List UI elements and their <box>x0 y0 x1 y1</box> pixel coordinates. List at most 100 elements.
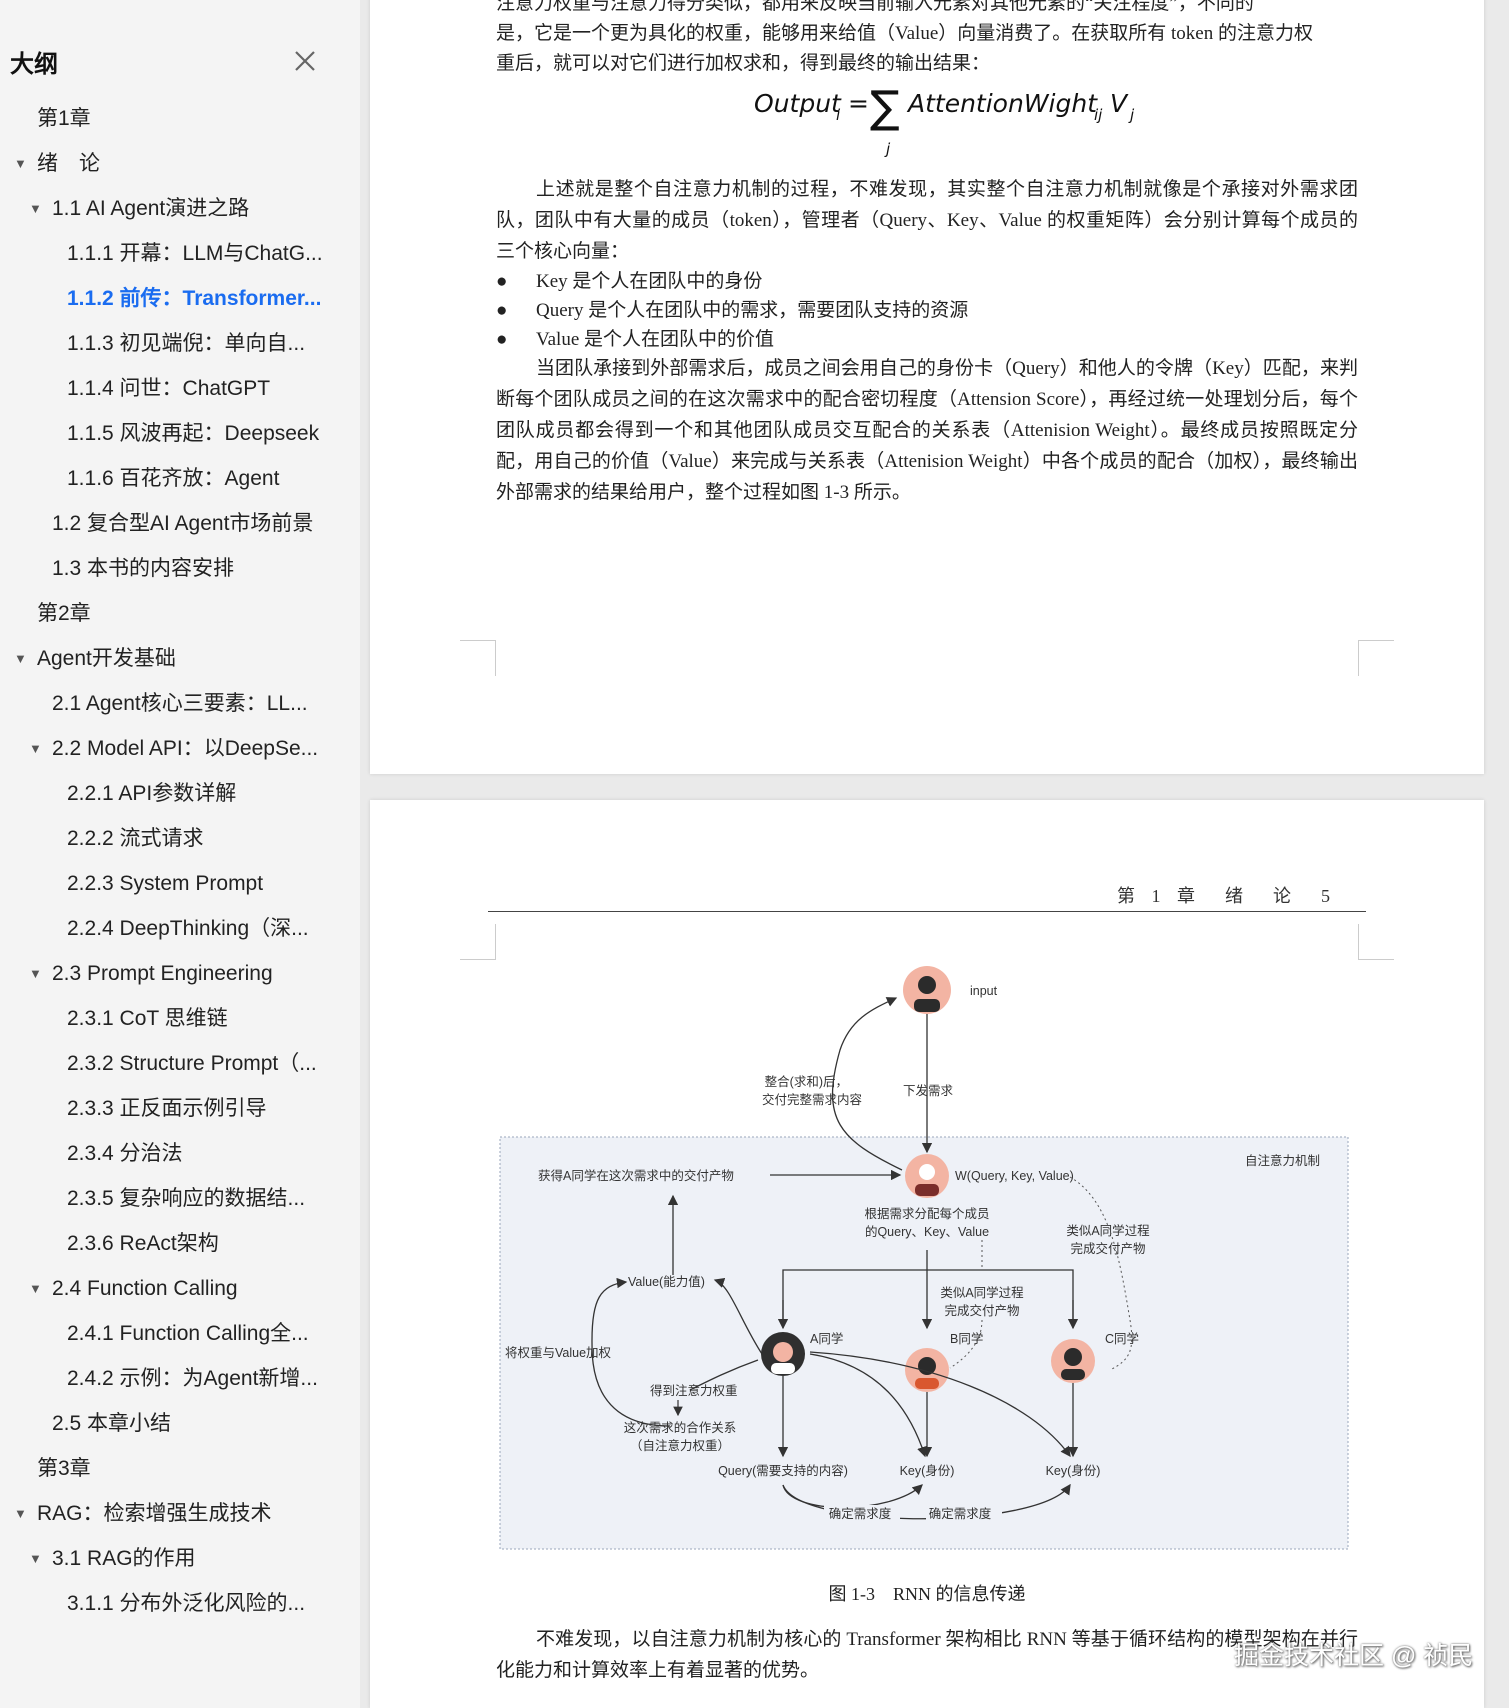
input-label: input <box>970 984 998 998</box>
outline-item[interactable]: ▼ 2.3 Prompt Engineering <box>0 951 360 996</box>
outline-item[interactable]: 2.3.1 CoT 思维链 <box>0 996 360 1041</box>
outline-item[interactable]: 2.2.2 流式请求 <box>0 816 360 861</box>
outline-item-label: 2.2 Model API：以DeepSe... <box>52 737 319 760</box>
outline-item[interactable]: 2.3.2 Structure Prompt（... <box>0 1041 360 1086</box>
outline-item-label: 2.3.4 分治法 <box>67 1142 183 1165</box>
integrate-label-2: 交付完整需求内容 <box>762 1092 862 1107</box>
outline-item[interactable]: 1.1.3 初见端倪：单向自... <box>0 321 360 366</box>
outline-item-label: 第2章 <box>37 602 91 625</box>
outline-item[interactable]: 2.2.3 System Prompt <box>0 861 360 906</box>
outline-item[interactable]: 1.1.4 问世：ChatGPT <box>0 366 360 411</box>
paragraph: 不难发现，以自注意力机制为核心的 Transformer 架构相比 RNN 等基… <box>496 1629 1358 1681</box>
outline-item-label: 2.3 Prompt Engineering <box>52 962 273 985</box>
chevron-down-icon[interactable]: ▼ <box>29 726 42 771</box>
outline-item[interactable]: 2.5 本章小结 <box>0 1401 360 1446</box>
paragraph: 上述就是整个自注意力机制的过程，不难发现，其实整个自注意力机制就像是个承接对外需… <box>496 179 1358 262</box>
key-c-label: Key(身份) <box>1046 1463 1101 1478</box>
outline-item-label: 第3章 <box>37 1457 91 1480</box>
outline-item-label: RAG：检索增强生成技术 <box>37 1502 272 1525</box>
outline-item[interactable]: 2.4.1 Function Calling全... <box>0 1311 360 1356</box>
outline-item-label: 1.1.4 问世：ChatGPT <box>67 377 271 400</box>
outline-item-label: 1.1.6 百花齐放：Agent <box>67 467 280 490</box>
document-viewport[interactable]: 注意力权重与注意力得分类似，都用来反映当前输入元素对其他元素的“关注程度”，不同… <box>370 0 1509 1708</box>
chevron-down-icon[interactable]: ▼ <box>29 1266 42 1311</box>
outline-item[interactable]: 1.1.5 风波再起：Deepseek <box>0 411 360 456</box>
attention-output-formula: Output i = ∑ j AttentionWight ij V j <box>754 82 1135 158</box>
outline-item[interactable]: 1.2 复合型AI Agent市场前景 <box>0 501 360 546</box>
chevron-down-icon[interactable]: ▼ <box>29 186 42 231</box>
chevron-down-icon[interactable]: ▼ <box>14 1491 27 1536</box>
outline-item[interactable]: 1.1.6 百花齐放：Agent <box>0 456 360 501</box>
outline-item[interactable]: 1.1.2 前传：Transformer... <box>0 276 360 321</box>
outline-item[interactable]: ▼ 2.4 Function Calling <box>0 1266 360 1311</box>
chevron-down-icon[interactable]: ▼ <box>14 141 27 186</box>
avatar <box>905 1348 949 1392</box>
outline-item[interactable]: ▼ 1.1 AI Agent演进之路 <box>0 186 360 231</box>
weight-value-label: 将权重与Value加权 <box>505 1345 612 1360</box>
outline-item[interactable]: 3.1.1 分布外泛化风险的... <box>0 1581 360 1626</box>
document-page: 第 1 章 绪 论 5 自注意力机制 input 下发需求 整合(求和)后， 交… <box>370 800 1484 1708</box>
outline-item[interactable]: 2.3.4 分治法 <box>0 1131 360 1176</box>
avatar <box>903 966 951 1014</box>
chevron-down-icon[interactable]: ▼ <box>29 951 42 996</box>
outline-item[interactable]: 第3章 <box>0 1446 360 1491</box>
chevron-down-icon[interactable]: ▼ <box>14 636 27 681</box>
outline-item[interactable]: ▼ 绪 论 <box>0 141 360 186</box>
outline-item[interactable]: 2.3.6 ReAct架构 <box>0 1221 360 1266</box>
assign-label-1: 根据需求分配每个成员 <box>864 1206 989 1221</box>
integrate-label-1: 整合(求和)后， <box>765 1074 848 1089</box>
outline-item-label: 1.1 AI Agent演进之路 <box>52 197 250 220</box>
key-b-label: Key(身份) <box>900 1463 955 1478</box>
outline-item[interactable]: 2.2.1 API参数详解 <box>0 771 360 816</box>
formula-rhs: AttentionWight <box>906 89 1098 118</box>
close-icon[interactable] <box>288 44 322 78</box>
outline-item-label: 1.2 复合型AI Agent市场前景 <box>52 512 314 535</box>
value-label: Value(能力值) <box>628 1274 705 1289</box>
outline-item[interactable]: ▼ RAG：检索增强生成技术 <box>0 1491 360 1536</box>
student-a-label: A同学 <box>810 1331 843 1346</box>
similar-c-label-2: 完成交付产物 <box>1070 1241 1145 1256</box>
outline-item-label: 1.1.3 初见端倪：单向自... <box>67 332 306 355</box>
outline-item[interactable]: 1.1.1 开幕：LLM与ChatG... <box>0 231 360 276</box>
formula-v: V <box>1110 89 1129 118</box>
similar-b-label-2: 完成交付产物 <box>944 1303 1019 1318</box>
outline-item-label: 2.4.1 Function Calling全... <box>67 1322 309 1345</box>
outline-item[interactable]: ▼ 2.2 Model API：以DeepSe... <box>0 726 360 771</box>
outline-item[interactable]: ▼ 3.1 RAG的作用 <box>0 1536 360 1581</box>
outline-item-label: 2.1 Agent核心三要素：LL... <box>52 692 308 715</box>
avatar <box>761 1332 805 1376</box>
confirm-label-2: 确定需求度 <box>929 1506 992 1521</box>
outline-item-label: 2.3.5 复杂响应的数据结... <box>67 1187 306 1210</box>
outline-item[interactable]: 1.3 本书的内容安排 <box>0 546 360 591</box>
outline-item-label: 1.1.2 前传：Transformer... <box>67 287 322 310</box>
formula-v-sub: j <box>1128 106 1135 124</box>
box-title: 自注意力机制 <box>1245 1153 1320 1168</box>
outline-title: 大纲 <box>10 51 58 78</box>
crop-mark <box>460 640 496 676</box>
crop-mark <box>1358 640 1394 676</box>
outline-item-label: 绪 论 <box>37 152 100 175</box>
watermark: 掘金技术社区 @ 祯民 <box>1234 1642 1474 1670</box>
outline-item-label: 2.5 本章小结 <box>52 1412 172 1435</box>
outline-item[interactable]: 2.3.5 复杂响应的数据结... <box>0 1176 360 1221</box>
formula-lhs: Output <box>754 89 842 118</box>
chevron-down-icon[interactable]: ▼ <box>29 1536 42 1581</box>
outline-item-label: 2.4.2 示例：为Agent新增... <box>67 1367 318 1390</box>
outline-item[interactable]: ▼ Agent开发基础 <box>0 636 360 681</box>
outline-item[interactable]: 2.1 Agent核心三要素：LL... <box>0 681 360 726</box>
formula-sum-index: j <box>884 140 891 158</box>
outline-list: 第1章 ▼ 绪 论 ▼ 1.1 AI Agent演进之路 1.1.1 开幕：LLM与Cha… <box>0 96 360 1626</box>
outline-item-label: 3.1.1 分布外泛化风险的... <box>67 1592 306 1615</box>
outline-item[interactable]: 2.3.3 正反面示例引导 <box>0 1086 360 1131</box>
outline-item-label: 1.1.1 开幕：LLM与ChatG... <box>67 242 323 265</box>
paragraph-line: 是，它是一个更为具化的权重，能够用来给值（Value）向量消费了。在获取所有 t… <box>496 23 1313 44</box>
outline-item[interactable]: 2.2.4 DeepThinking（深... <box>0 906 360 951</box>
student-b-label: B同学 <box>950 1331 983 1346</box>
outline-item[interactable]: 2.4.2 示例：为Agent新增... <box>0 1356 360 1401</box>
student-c-label: C同学 <box>1105 1331 1139 1346</box>
self-attention-box <box>499 1136 1349 1550</box>
outline-item[interactable]: 第1章 <box>0 96 360 141</box>
outline-item-label: 2.3.3 正反面示例引导 <box>67 1097 267 1120</box>
outline-item[interactable]: 第2章 <box>0 591 360 636</box>
outline-item-label: 2.3.2 Structure Prompt（... <box>67 1052 317 1075</box>
